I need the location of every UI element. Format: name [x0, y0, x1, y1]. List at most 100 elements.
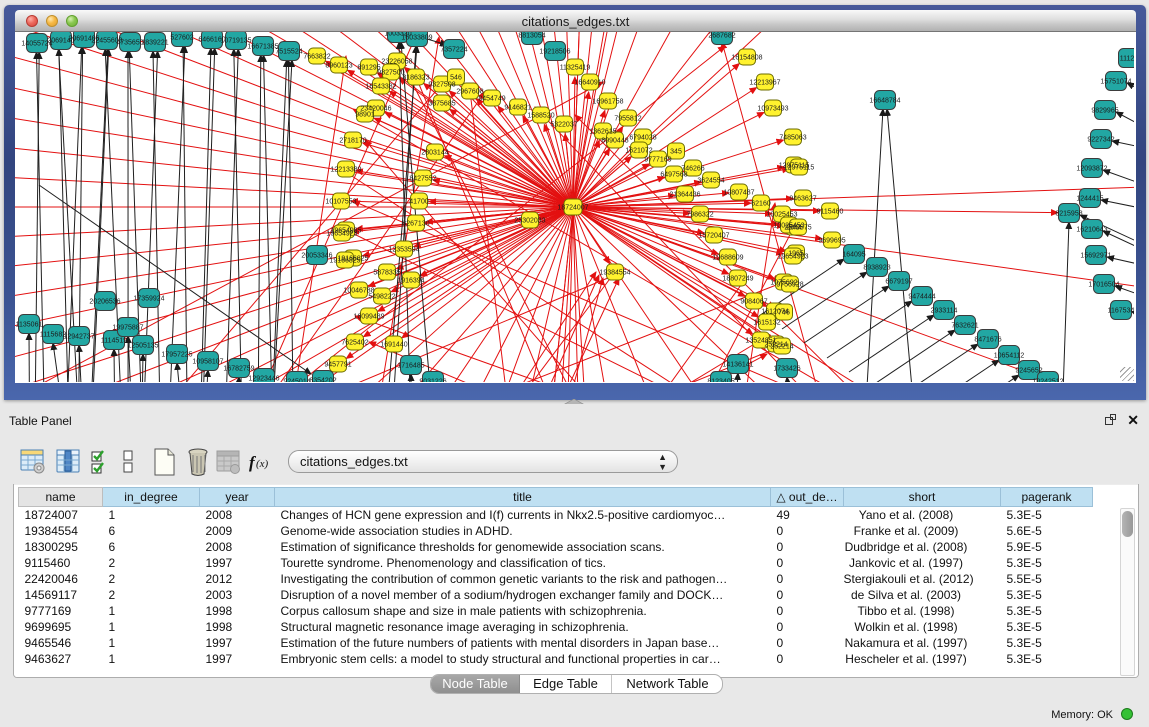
svg-text:18724007: 18724007 [557, 205, 588, 212]
svg-text:8186323: 8186323 [402, 75, 429, 82]
svg-text:3875685: 3875685 [428, 101, 455, 108]
svg-text:164095: 164095 [842, 252, 865, 259]
svg-text:62160: 62160 [751, 201, 771, 208]
svg-text:11325419: 11325419 [560, 65, 591, 72]
svg-text:5498222: 5498222 [368, 294, 395, 301]
svg-text:1115682: 1115682 [40, 332, 66, 339]
svg-text:5878335: 5878335 [373, 270, 400, 277]
svg-text:12213967: 12213967 [749, 80, 780, 87]
svg-text:8123405: 8123405 [707, 379, 734, 383]
svg-text:12975115: 12975115 [784, 165, 815, 172]
svg-text:21364436: 21364436 [669, 192, 700, 199]
svg-text:1839221: 1839221 [141, 40, 168, 47]
svg-text:9146821: 9146821 [504, 105, 531, 112]
svg-text:1244415: 1244415 [1076, 196, 1103, 203]
svg-text:16671385: 16671385 [247, 44, 278, 51]
svg-text:1615132: 1615132 [753, 320, 780, 327]
svg-text:345: 345 [670, 149, 682, 156]
svg-text:2687682: 2687682 [708, 33, 735, 40]
svg-text:15692971: 15692971 [1080, 253, 1111, 260]
svg-text:9227342: 9227342 [1087, 137, 1114, 144]
svg-text:16640910: 16640910 [574, 80, 605, 87]
svg-text:7955812: 7955812 [614, 116, 641, 123]
svg-text:1621072: 1621072 [625, 148, 652, 155]
svg-text:5322037: 5322037 [550, 122, 577, 129]
svg-text:17359924: 17359924 [133, 296, 164, 303]
svg-text:2803144: 2803144 [421, 150, 448, 157]
svg-text:9756928: 9756928 [776, 282, 803, 289]
svg-text:12093872: 12093872 [1076, 166, 1107, 173]
svg-text:2718170: 2718170 [339, 138, 366, 145]
svg-text:6497568: 6497568 [660, 172, 687, 179]
svg-text:16099489: 16099489 [353, 314, 384, 321]
svg-text:17016504: 17016504 [1088, 282, 1119, 289]
svg-text:8938923: 8938923 [863, 265, 890, 272]
svg-text:10807487: 10807487 [723, 190, 754, 197]
svg-text:12505135: 12505135 [127, 343, 158, 350]
svg-text:9031226: 9031226 [419, 379, 446, 383]
svg-text:8960123: 8960123 [325, 63, 352, 70]
svg-text:4735650: 4735650 [116, 40, 143, 47]
svg-text:9457791: 9457791 [324, 362, 351, 369]
svg-text:2933114: 2933114 [931, 308, 958, 315]
svg-text:16154808: 16154808 [731, 55, 762, 62]
svg-text:9829965: 9829965 [1091, 108, 1118, 115]
svg-text:7625402: 7625402 [341, 340, 368, 347]
svg-text:25302033: 25302033 [514, 218, 545, 225]
svg-text:9474444: 9474444 [908, 294, 935, 301]
svg-text:10025453: 10025453 [766, 212, 797, 219]
svg-text:(x): (x) [256, 458, 269, 470]
svg-text:8215958: 8215958 [1055, 211, 1082, 218]
svg-text:7632621: 7632621 [951, 323, 978, 330]
svg-text:10973493: 10973493 [757, 106, 788, 113]
svg-text:7663822: 7663822 [303, 54, 330, 61]
svg-text:7986322: 7986322 [686, 212, 713, 219]
svg-text:16961758: 16961758 [592, 99, 623, 106]
svg-text:8354202: 8354202 [309, 378, 336, 383]
svg-text:6679197: 6679197 [885, 279, 912, 286]
svg-text:9827500: 9827500 [377, 70, 404, 77]
svg-text:19975887: 19975887 [112, 325, 143, 332]
svg-text:10654112: 10654112 [994, 353, 1025, 360]
svg-text:746: 746 [778, 310, 790, 317]
svg-text:11124: 11124 [1120, 56, 1134, 63]
svg-text:1167534: 1167534 [1108, 308, 1134, 315]
svg-text:16648784: 16648784 [869, 98, 900, 105]
svg-text:7515524: 7515524 [275, 49, 302, 56]
svg-text:1588520: 1588520 [527, 113, 554, 120]
svg-text:9699695: 9699695 [818, 238, 845, 245]
svg-text:8267130: 8267130 [402, 221, 429, 228]
svg-text:16210643: 16210643 [1076, 227, 1107, 234]
svg-text:9463627: 9463627 [789, 196, 816, 203]
svg-text:16543382: 16543382 [365, 84, 396, 91]
svg-text:10242512: 10242512 [1032, 379, 1063, 383]
svg-text:19654923: 19654923 [326, 231, 357, 238]
svg-text:8471676: 8471676 [974, 337, 1001, 344]
svg-text:9777169: 9777169 [644, 157, 671, 164]
svg-text:1916394: 1916394 [397, 278, 424, 285]
svg-text:7357224: 7357224 [440, 47, 467, 54]
svg-text:20206536: 20206536 [89, 299, 120, 306]
svg-text:252214: 252214 [770, 344, 793, 351]
svg-text:98901: 98901 [355, 112, 375, 119]
svg-text:17957225: 17957225 [161, 352, 192, 359]
svg-text:2549575: 2549575 [784, 225, 811, 232]
svg-text:16782759: 16782759 [223, 366, 254, 373]
svg-text:12353594: 12353594 [388, 247, 419, 254]
svg-text:9245652: 9245652 [1015, 368, 1042, 375]
svg-text:1135061: 1135061 [16, 322, 43, 329]
svg-text:8813054: 8813054 [518, 33, 545, 40]
svg-text:1114519: 1114519 [101, 338, 127, 345]
svg-text:527602: 527602 [170, 35, 193, 42]
svg-text:9245014: 9245014 [283, 379, 310, 383]
svg-text:18807249: 18807249 [722, 276, 753, 283]
svg-text:23226058: 23226058 [381, 59, 412, 66]
svg-text:16033809: 16033809 [401, 35, 432, 42]
svg-text:15751074: 15751074 [1100, 79, 1131, 86]
svg-text:6794028: 6794028 [629, 135, 656, 142]
svg-text:1716485: 1716485 [397, 363, 424, 370]
svg-text:12213389: 12213389 [330, 167, 361, 174]
svg-text:12923446: 12923446 [248, 376, 279, 383]
svg-text:19218506: 19218506 [539, 49, 570, 56]
svg-text:8454749: 8454749 [478, 96, 505, 103]
